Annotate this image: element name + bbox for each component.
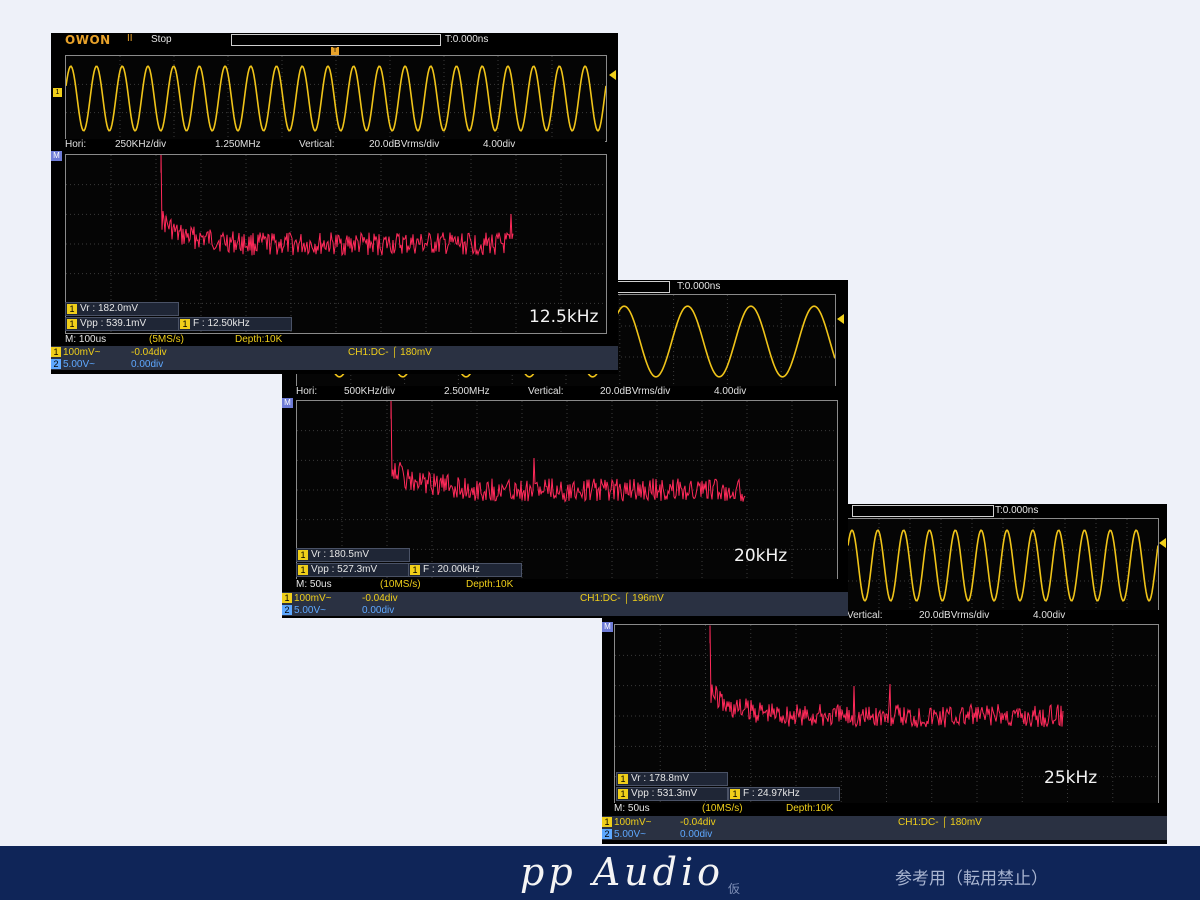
vertical-label: Vertical: xyxy=(847,610,883,621)
ch1-offset: -0.04div xyxy=(680,817,716,828)
hori-label: Hori: xyxy=(296,386,318,397)
brand-logo: OWON xyxy=(65,33,111,47)
waveform-panel xyxy=(65,55,607,142)
reference-notice: 参考用（転用禁止） xyxy=(895,869,1048,889)
trigger-setting[interactable]: CH1:DC- ⌠ 196mV xyxy=(580,593,664,604)
vertical-offset: 4.00div xyxy=(714,386,747,397)
measurement-frequency-text: F : 24.97kHz xyxy=(743,788,800,799)
measurement-vr: 1 Vr : 178.8mV xyxy=(616,772,728,786)
trigger-time: T:0.000ns xyxy=(677,281,721,292)
waveform-panel xyxy=(847,518,1159,613)
run-stop-icon[interactable]: II xyxy=(127,33,133,44)
trigger-position-box xyxy=(852,505,994,517)
trigger-marker-icon: T xyxy=(331,47,339,55)
vertical-division: 20.0dBVrms/div xyxy=(600,386,671,397)
timebase: M: 50us xyxy=(614,803,650,814)
ch2-scale[interactable]: 5.00V~ xyxy=(294,605,326,616)
ch2-offset: 0.00div xyxy=(362,605,395,616)
ch2-offset: 0.00div xyxy=(131,359,164,370)
measurement-vpp-text: Vpp : 531.3mV xyxy=(631,788,698,799)
timebase-row: M: 100us (5MS/s) Depth:10K xyxy=(65,334,615,346)
memory-depth: Depth:10K xyxy=(786,803,834,814)
trigger-time: T:0.000ns xyxy=(995,505,1039,516)
math-m-icon: M xyxy=(51,151,62,161)
timebase-row: M: 50us (10MS/s) Depth:10K xyxy=(296,579,846,591)
spectrum-trace xyxy=(160,155,514,257)
ch1-scale[interactable]: 100mV~ xyxy=(294,593,332,604)
timebase-row: M: 50us (10MS/s) Depth:10K xyxy=(614,803,1164,815)
ch1-offset: -0.04div xyxy=(362,593,398,604)
horizontal-info-row: Hori: 250KHz/div 1.250MHz Vertical: 20.0… xyxy=(65,139,605,151)
measurement-vr-text: Vr : 178.8mV xyxy=(631,773,689,784)
trigger-level-marker-icon xyxy=(1159,538,1166,548)
trigger-setting[interactable]: CH1:DC- ⌠ 180mV xyxy=(348,347,432,358)
trigger-time: T:0.000ns xyxy=(445,34,489,45)
measurement-frequency-text: F : 20.00kHz xyxy=(423,564,480,575)
memory-depth: Depth:10K xyxy=(466,579,514,590)
frequency-annotation: 12.5kHz xyxy=(529,307,599,327)
horizontal-division: 500KHz/div xyxy=(344,386,396,397)
spectrum-trace xyxy=(390,401,746,503)
measurement-vpp: 1 Vpp : 527.3mV xyxy=(296,563,410,577)
vertical-label: Vertical: xyxy=(299,139,335,150)
memory-depth: Depth:10K xyxy=(235,334,283,345)
vertical-division: 20.0dBVrms/div xyxy=(369,139,440,150)
timebase: M: 100us xyxy=(65,334,107,345)
hori-label: Hori: xyxy=(65,139,87,150)
ch1-scale[interactable]: 100mV~ xyxy=(63,347,101,358)
channel-bar: 1 100mV~ -0.04div CH1:DC- ⌠ 180mV 2 5.00… xyxy=(602,816,1167,840)
waveform-trace xyxy=(66,65,606,132)
trigger-level-marker-icon xyxy=(609,70,616,80)
ch1-position-marker-icon: 1 xyxy=(53,88,62,97)
measurement-vpp-text: Vpp : 527.3mV xyxy=(311,564,378,575)
ch2-offset: 0.00div xyxy=(680,829,713,840)
sample-rate: (10MS/s) xyxy=(702,803,743,814)
provisional-mark: 仮 xyxy=(728,882,741,896)
ch2-scale[interactable]: 5.00V~ xyxy=(63,359,95,370)
trigger-position-box xyxy=(231,34,441,46)
channel-bar: 1 100mV~ -0.04div CH1:DC- ⌠ 180mV 2 5.00… xyxy=(51,346,618,370)
ch1-scale[interactable]: 100mV~ xyxy=(614,817,652,828)
math-m-icon: M xyxy=(602,622,613,632)
vertical-offset: 4.00div xyxy=(483,139,516,150)
horizontal-info-row: Hori: 500KHz/div 2.500MHz Vertical: 20.0… xyxy=(296,386,836,398)
ch1-offset: -0.04div xyxy=(131,347,167,358)
measurement-vr: 1 Vr : 182.0mV xyxy=(65,302,179,316)
frequency-annotation: 25kHz xyxy=(1044,768,1098,788)
trigger-level-marker-icon xyxy=(837,314,844,324)
measurement-vpp: 1 Vpp : 531.3mV xyxy=(616,787,728,801)
measurement-frequency: 1F : 24.97kHz xyxy=(728,787,840,801)
measurement-frequency: 1F : 12.50kHz xyxy=(178,317,292,331)
vertical-offset: 4.00div xyxy=(1033,610,1066,621)
run-state: Stop xyxy=(151,34,172,45)
sample-rate: (10MS/s) xyxy=(380,579,421,590)
waveform-trace xyxy=(848,529,1158,602)
scope-top-bar: OWON II Stop T:0.000ns xyxy=(51,33,618,47)
channel-bar: 1 100mV~ -0.04div CH1:DC- ⌠ 196mV 2 5.00… xyxy=(282,592,848,616)
measurement-frequency: 1F : 20.00kHz xyxy=(408,563,522,577)
measurement-vr-text: Vr : 180.5mV xyxy=(311,549,369,560)
vertical-division: 20.0dBVrms/div xyxy=(919,610,990,621)
footer-band: pp Audio 仮 参考用（転用禁止） xyxy=(0,846,1200,900)
center-frequency: 2.500MHz xyxy=(444,386,490,397)
measurement-vpp: 1 Vpp : 539.1mV xyxy=(65,317,179,331)
measurement-vr-text: Vr : 182.0mV xyxy=(80,303,138,314)
center-frequency: 1.250MHz xyxy=(215,139,261,150)
scope-screen-12-5khz: OWON II Stop T:0.000ns T 1 Hori: 250KHz/… xyxy=(51,33,618,374)
vertical-label: Vertical: xyxy=(528,386,564,397)
pp-audio-logo: pp Audio xyxy=(520,850,725,894)
measurement-frequency-text: F : 12.50kHz xyxy=(193,318,250,329)
trigger-setting[interactable]: CH1:DC- ⌠ 180mV xyxy=(898,817,982,828)
ch2-scale[interactable]: 5.00V~ xyxy=(614,829,646,840)
math-m-icon: M xyxy=(282,398,293,408)
spectrum-trace xyxy=(709,625,1064,728)
frequency-annotation: 20kHz xyxy=(734,546,788,566)
timebase: M: 50us xyxy=(296,579,332,590)
horizontal-info-row: Vertical: 20.0dBVrms/div 4.00div xyxy=(847,610,1167,622)
sample-rate: (5MS/s) xyxy=(149,334,184,345)
measurement-vr: 1 Vr : 180.5mV xyxy=(296,548,410,562)
measurement-vpp-text: Vpp : 539.1mV xyxy=(80,318,147,329)
horizontal-division: 250KHz/div xyxy=(115,139,167,150)
